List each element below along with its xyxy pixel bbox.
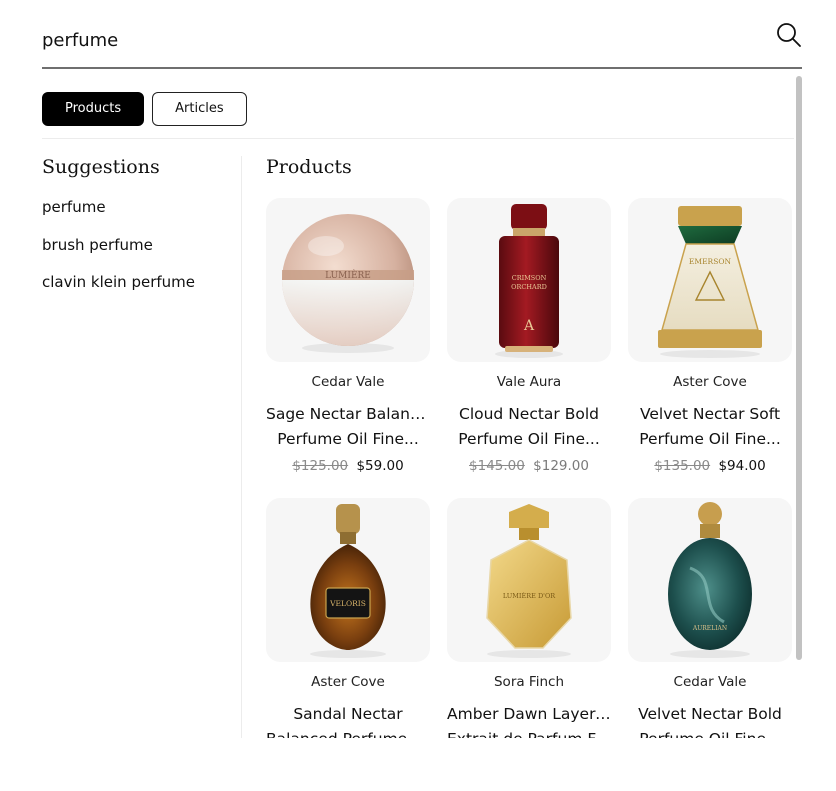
gold-faceted-bottle-icon: LUMIÈRE D'OR xyxy=(486,504,572,658)
product-image[interactable]: VELORIS xyxy=(266,498,430,662)
search-bar xyxy=(42,14,802,69)
product-name-line: Extrait de Parfum Fin... xyxy=(447,727,611,738)
product-name-line: Perfume Oil Fine... xyxy=(628,727,792,738)
svg-text:LUMIÈRE: LUMIÈRE xyxy=(325,269,371,281)
product-name-line: Perfume Oil Fine... xyxy=(458,430,600,448)
search-button[interactable] xyxy=(776,22,802,48)
product-card[interactable]: CRIMSON ORCHARD A Vale Aura Cloud Nectar… xyxy=(447,198,611,474)
product-image[interactable]: LUMIÈRE xyxy=(266,198,430,362)
product-name-line: Sage Nectar Balanced xyxy=(266,405,430,423)
old-price: $125.00 xyxy=(292,458,349,474)
search-tabs: Products Articles xyxy=(42,92,247,126)
rose-gold-orb-bottle-icon: LUMIÈRE xyxy=(282,214,414,353)
product-name-line: Perfume Oil Fine... xyxy=(639,430,781,448)
product-name[interactable]: Velvet Nectar Soft Perfume Oil Fine... xyxy=(628,402,792,452)
product-brand: Cedar Vale xyxy=(673,674,747,690)
product-card[interactable]: LUMIÈRE Cedar Vale Sage Nectar Balanced … xyxy=(266,198,430,474)
tab-articles[interactable]: Articles xyxy=(152,92,247,126)
product-brand: Cedar Vale xyxy=(311,374,385,390)
current-price: $94.00 xyxy=(718,458,766,474)
product-name-line: Perfume Oil Fine... xyxy=(277,430,419,448)
product-price: $145.00 $129.00 xyxy=(447,458,611,474)
product-price: $135.00 $94.00 xyxy=(628,458,792,474)
product-name-line: Cloud Nectar Bold xyxy=(459,405,599,423)
product-name[interactable]: Velvet Nectar Bold Perfume Oil Fine... xyxy=(628,702,792,738)
svg-text:A: A xyxy=(523,318,535,334)
current-price: $129.00 xyxy=(533,458,589,474)
tab-products[interactable]: Products xyxy=(42,92,145,126)
emerald-pyramid-bottle-icon: EMERSON xyxy=(658,206,762,358)
product-name-line: Amber Dawn Layered xyxy=(447,705,611,723)
svg-text:ORCHARD: ORCHARD xyxy=(511,283,547,291)
product-name-line: Velvet Nectar Soft xyxy=(639,405,781,423)
product-brand: Aster Cove xyxy=(311,674,385,690)
product-card[interactable]: AURELIAN Cedar Vale Velvet Nectar Bold P… xyxy=(628,498,792,738)
svg-text:LUMIÈRE D'OR: LUMIÈRE D'OR xyxy=(503,591,556,600)
product-brand: Sora Finch xyxy=(493,674,564,690)
products-panel: Products LUMIÈRE Cedar Vale Sage Nectar … xyxy=(266,156,794,738)
column-divider xyxy=(241,156,242,738)
scrollbar-thumb[interactable] xyxy=(796,76,802,660)
product-name[interactable]: Sage Nectar Balanced Perfume Oil Fine... xyxy=(266,402,430,452)
product-name-line: Balanced Perfume Oi... xyxy=(266,727,430,738)
teal-swirl-bottle-icon: AURELIAN xyxy=(668,502,752,658)
product-brand: Vale Aura xyxy=(496,374,562,390)
products-title: Products xyxy=(266,156,352,178)
product-card[interactable]: VELORIS Aster Cove Sandal Nectar Balance… xyxy=(266,498,430,738)
product-card[interactable]: LUMIÈRE D'OR Sora Finch Amber Dawn Layer… xyxy=(447,498,611,738)
svg-text:AURELIAN: AURELIAN xyxy=(692,625,727,632)
search-icon xyxy=(777,23,801,47)
header-divider xyxy=(42,138,794,139)
suggestions-panel: Suggestions perfume brush perfume clavin… xyxy=(42,156,232,310)
product-price: $125.00 $59.00 xyxy=(266,458,430,474)
svg-text:EMERSON: EMERSON xyxy=(689,257,732,266)
amber-teardrop-bottle-icon: VELORIS xyxy=(310,504,386,658)
product-brand: Aster Cove xyxy=(673,374,747,390)
product-card[interactable]: EMERSON Aster Cove Velvet Nectar Soft Pe… xyxy=(628,198,792,474)
product-name-line: Velvet Nectar Bold xyxy=(638,705,782,723)
product-name[interactable]: Sandal Nectar Balanced Perfume Oi... xyxy=(266,702,430,738)
product-name[interactable]: Cloud Nectar Bold Perfume Oil Fine... xyxy=(447,402,611,452)
search-input[interactable] xyxy=(42,22,742,58)
product-image[interactable]: CRIMSON ORCHARD A xyxy=(447,198,611,362)
svg-text:CRIMSON: CRIMSON xyxy=(512,274,547,282)
suggestion-item[interactable]: perfume xyxy=(42,197,232,235)
crimson-bottle-icon: CRIMSON ORCHARD A xyxy=(495,204,563,358)
old-price: $145.00 xyxy=(469,458,525,474)
old-price: $135.00 xyxy=(654,458,711,474)
product-image[interactable]: EMERSON xyxy=(628,198,792,362)
product-name[interactable]: Amber Dawn Layered Extrait de Parfum Fin… xyxy=(447,702,611,738)
suggestions-list: perfume brush perfume clavin klein perfu… xyxy=(42,197,232,310)
product-grid: LUMIÈRE Cedar Vale Sage Nectar Balanced … xyxy=(266,198,794,738)
svg-text:VELORIS: VELORIS xyxy=(329,599,366,608)
suggestion-item[interactable]: brush perfume xyxy=(42,235,232,273)
suggestion-item[interactable]: clavin klein perfume xyxy=(42,272,232,310)
suggestions-title: Suggestions xyxy=(42,156,160,178)
product-image[interactable]: LUMIÈRE D'OR xyxy=(447,498,611,662)
product-name-line: Sandal Nectar xyxy=(293,705,403,723)
current-price: $59.00 xyxy=(356,458,404,474)
product-image[interactable]: AURELIAN xyxy=(628,498,792,662)
